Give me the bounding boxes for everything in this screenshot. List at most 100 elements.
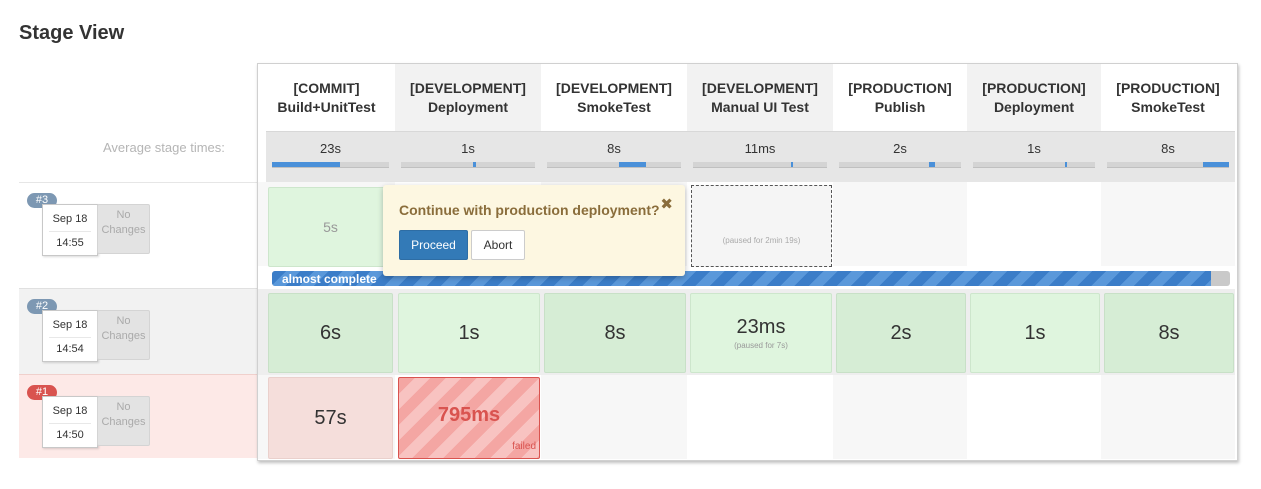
stage-average-value: 1s <box>461 141 475 156</box>
stage-average-time: 23s <box>266 131 395 182</box>
stage-average-bar <box>693 162 827 168</box>
stage-cell-background <box>833 375 967 459</box>
stage-header-line1: [COMMIT] <box>293 79 360 96</box>
stage-header: [PRODUCTION] Deployment <box>967 64 1101 131</box>
stage-header: [PRODUCTION] SmokeTest <box>1101 64 1235 131</box>
divider <box>49 231 91 232</box>
stage-duration: 1s <box>1024 321 1046 344</box>
paused-note: (paused for 7s) <box>734 341 788 350</box>
stage-average-time: 2s <box>833 131 967 182</box>
stage-average-fill <box>473 162 477 167</box>
stage-duration: 795ms <box>437 404 501 426</box>
stage-average-value: 2s <box>893 141 907 156</box>
stage-average-bar <box>547 162 681 168</box>
stage-average-fill <box>1203 162 1229 167</box>
stage-header-line2: Deployment <box>427 98 509 115</box>
run-changes[interactable]: No Changes <box>97 396 150 446</box>
stage-average-time: 11ms <box>687 131 833 182</box>
page-title: Stage View <box>19 22 125 44</box>
stage-header-line1: [DEVELOPMENT] <box>410 79 526 96</box>
stage-header-line1: [DEVELOPMENT] <box>556 79 672 96</box>
stage-cell[interactable]: 57s <box>268 377 393 459</box>
stage-cell[interactable]: 8s <box>544 293 686 373</box>
stage-average-bar <box>973 162 1095 168</box>
stage-average-value: 1s <box>1027 141 1041 156</box>
stage-duration: 8s <box>604 321 626 344</box>
stage-average-bar <box>1107 162 1229 168</box>
stage-average-value: 8s <box>607 141 621 156</box>
stage-cell[interactable]: 23ms (paused for 7s) <box>690 293 832 373</box>
stage-average-bar <box>272 162 389 168</box>
stage-average-bar <box>401 162 535 168</box>
abort-button[interactable]: Abort <box>471 230 525 260</box>
stage-average-bar <box>839 162 961 168</box>
stage-cell[interactable]: 8s <box>1104 293 1234 373</box>
stage-average-time: 8s <box>1101 131 1235 182</box>
stage-header-line2: Deployment <box>993 98 1075 115</box>
input-prompt-popover: Continue with production deployment? ✖ P… <box>383 185 685 276</box>
run-row-1[interactable]: #1 Sep 18 14:50 No Changes <box>19 374 257 458</box>
stage-duration: 23ms <box>736 316 786 338</box>
stage-header: [DEVELOPMENT] Deployment <box>395 64 541 131</box>
stage-average-fill <box>929 162 936 167</box>
stage-header-line1: [DEVELOPMENT] <box>702 79 818 96</box>
stage-header: [COMMIT] Build+UnitTest <box>258 64 395 131</box>
run-changes[interactable]: No Changes <box>97 310 150 360</box>
paused-note: (paused for 2min 19s) <box>722 236 801 245</box>
stage-header: [DEVELOPMENT] SmokeTest <box>541 64 687 131</box>
stage-average-fill <box>1064 162 1067 167</box>
run-date: Sep 18 14:50 <box>42 396 98 448</box>
stage-header-line2: Build+UnitTest <box>277 98 376 115</box>
run-date-day: Sep 18 <box>52 319 88 331</box>
run-row-3[interactable]: #3 Sep 18 14:55 No Changes <box>19 182 257 267</box>
stage-cell-background <box>1101 182 1235 266</box>
stage-cell-background <box>967 375 1101 459</box>
stage-header-line2: SmokeTest <box>1131 98 1205 115</box>
stage-average-time: 8s <box>541 131 687 182</box>
stage-average-value: 8s <box>1161 141 1175 156</box>
stage-header-line1: [PRODUCTION] <box>982 79 1086 96</box>
stage-header-line2: Publish <box>874 98 926 115</box>
stage-header-line1: [PRODUCTION] <box>848 79 952 96</box>
stage-duration: 6s <box>319 321 342 344</box>
proceed-button[interactable]: Proceed <box>399 230 468 260</box>
stage-cell-failed[interactable]: 795ms failed <box>398 377 540 459</box>
stage-cell-background <box>1101 375 1235 459</box>
run-date-time: 14:55 <box>56 237 84 249</box>
stage-duration: 8s <box>1158 321 1180 344</box>
stage-cell[interactable]: 1s <box>970 293 1100 373</box>
stage-header-line1: [PRODUCTION] <box>1116 79 1220 96</box>
stage-cell-background <box>687 375 833 459</box>
run-row-2[interactable]: #2 Sep 18 14:54 No Changes <box>19 288 257 375</box>
stage-cell-background <box>967 182 1101 266</box>
stage-cell-background <box>541 375 687 459</box>
prompt-question: Continue with production deployment? <box>399 202 660 218</box>
stage-header-line2: Manual UI Test <box>711 98 809 115</box>
stage-average-value: 23s <box>320 141 341 156</box>
stage-cell[interactable]: 2s <box>836 293 966 373</box>
run-date-time: 14:50 <box>56 429 84 441</box>
run-date-time: 14:54 <box>56 343 84 355</box>
stage-average-time: 1s <box>395 131 541 182</box>
stage-duration: 5s <box>323 219 338 235</box>
divider <box>49 423 91 424</box>
stage-average-time: 1s <box>967 131 1101 182</box>
run-progress-label: almost complete <box>282 272 377 286</box>
run-date-day: Sep 18 <box>52 405 88 417</box>
stage-average-fill <box>272 162 340 167</box>
stage-cell[interactable]: 1s <box>398 293 540 373</box>
stage-average-value: 11ms <box>744 141 776 156</box>
stage-cell-background <box>833 182 967 266</box>
run-date-day: Sep 18 <box>52 213 88 225</box>
stage-cell[interactable]: 6s <box>268 293 393 373</box>
stage-header-line2: SmokeTest <box>577 98 651 115</box>
stage-cell[interactable]: 5s <box>268 187 393 267</box>
stage-header: [DEVELOPMENT] Manual UI Test <box>687 64 833 131</box>
pending-input-cell[interactable]: (paused for 2min 19s) <box>691 185 832 267</box>
close-icon[interactable]: ✖ <box>660 195 673 213</box>
run-date: Sep 18 14:54 <box>42 310 98 362</box>
stage-duration: 57s <box>314 406 347 429</box>
run-changes[interactable]: No Changes <box>97 204 150 254</box>
stage-duration: 1s <box>458 321 480 344</box>
stage-average-fill <box>790 162 793 167</box>
